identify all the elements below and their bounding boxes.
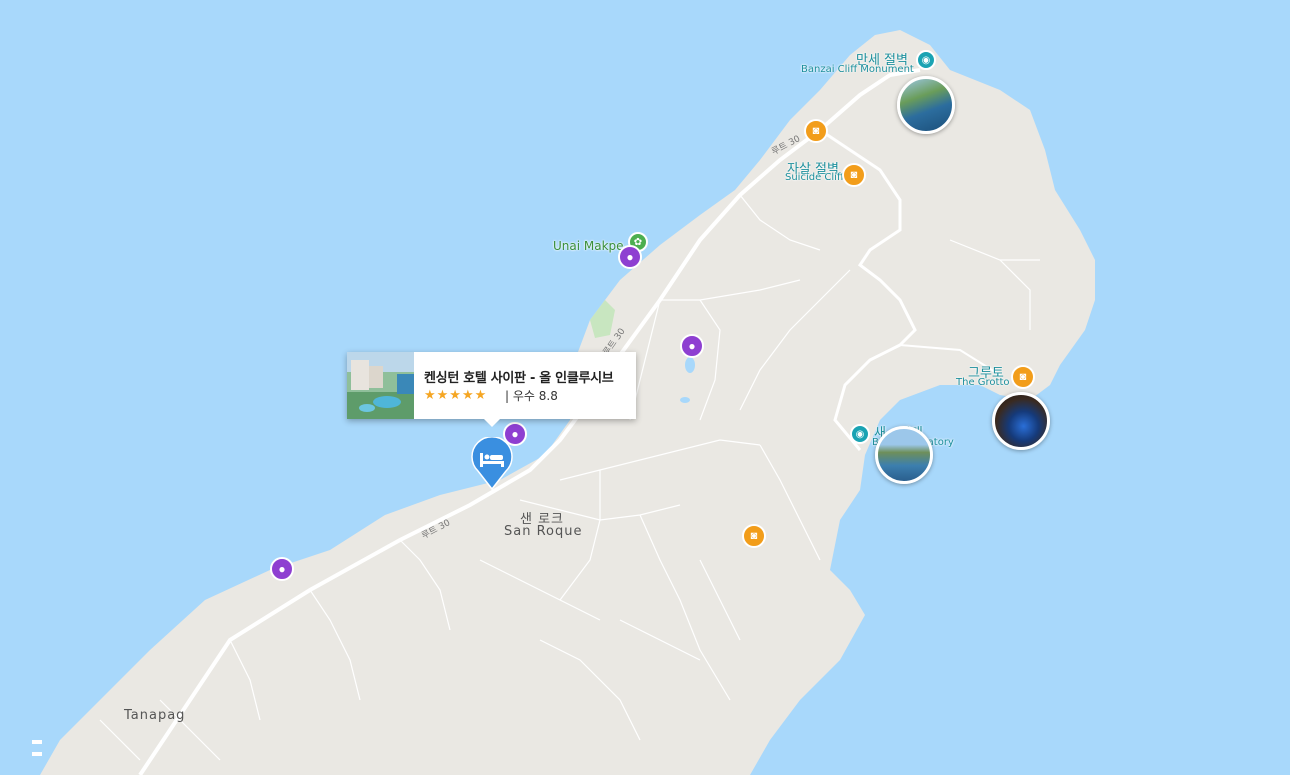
grotto-photo[interactable] xyxy=(992,392,1050,450)
review-score: | 우수 8.8 xyxy=(505,389,558,403)
observatory-photo[interactable] xyxy=(875,426,933,484)
hotel-name[interactable]: 켄싱턴 호텔 사이판 - 올 인클루시브 xyxy=(424,367,614,386)
camera-icon[interactable]: ◙ xyxy=(842,163,866,187)
camera-icon[interactable]: ◙ xyxy=(742,524,766,548)
map-canvas[interactable] xyxy=(0,0,1290,775)
star-rating: ★★★★★ xyxy=(424,387,488,402)
hotel-info-card[interactable]: 켄싱턴 호텔 사이판 - 올 인클루시브 ★★★★★ | 우수 8.8 xyxy=(347,352,636,427)
camera-icon[interactable]: ◙ xyxy=(804,119,828,143)
banzai-cliff-label-en[interactable]: Banzai Cliff Monument xyxy=(801,64,914,75)
san-roque-label-en: San Roque xyxy=(504,524,583,539)
camera-icon[interactable]: ◙ xyxy=(1011,365,1035,389)
unai-makpe-label[interactable]: Unai Makpe xyxy=(553,239,624,253)
banzai-cliff-photo[interactable] xyxy=(897,76,955,134)
camera-icon[interactable]: ◉ xyxy=(850,424,870,444)
grotto-label-en[interactable]: The Grotto xyxy=(956,377,1010,388)
hotel-thumbnail[interactable] xyxy=(347,352,414,419)
suicide-cliff-label-en[interactable]: Suicide Cliff xyxy=(785,172,844,183)
camera-icon[interactable]: ◉ xyxy=(916,50,936,70)
balloon-icon[interactable]: ● xyxy=(270,557,294,581)
bed-icon[interactable] xyxy=(470,437,514,491)
tanapag-label: Tanapag xyxy=(124,708,186,723)
balloon-icon[interactable]: ● xyxy=(618,245,642,269)
balloon-icon[interactable]: ● xyxy=(680,334,704,358)
